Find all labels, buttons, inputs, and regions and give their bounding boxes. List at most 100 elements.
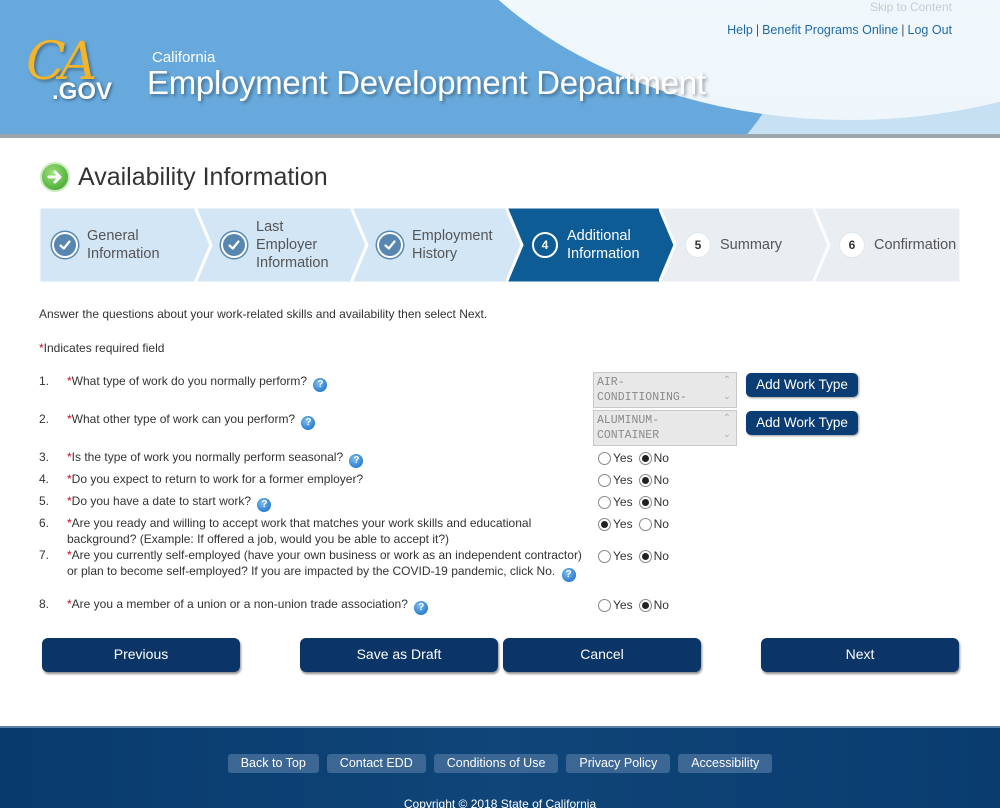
radio-option-yes[interactable]: Yes [598,495,633,509]
help-icon[interactable]: ? [349,454,364,468]
yes-no-radio-group: Yes No [598,451,675,465]
radio-no[interactable] [638,495,652,509]
help-icon[interactable]: ? [313,378,328,392]
question-text: *What other type of work can you perform… [67,411,587,430]
radio-yes[interactable] [598,549,611,563]
step-content: General Information [52,227,160,263]
listbox-option[interactable]: ALUMINUM- [597,413,733,428]
radio-no-label[interactable]: No [654,549,669,563]
help-link[interactable]: Help [727,23,753,37]
question-label: Are you a member of a union or a non-uni… [71,597,408,611]
chevron-up-icon[interactable]: ⌃ [719,412,735,428]
radio-yes-label[interactable]: Yes [613,598,633,612]
step-content: 4 Additional Information [532,227,640,263]
link-separator: | [755,23,760,37]
listbox-option[interactable]: CONTAINER [597,428,733,443]
step-label: General Information [87,227,160,263]
radio-no[interactable] [638,598,652,612]
radio-yes-label[interactable]: Yes [613,517,633,531]
question-text: *Are you a member of a union or a non-un… [67,596,587,615]
contact-edd-link[interactable]: Contact EDD [326,754,426,773]
save-as-draft-button[interactable]: Save as Draft [300,638,498,672]
radio-no-label[interactable]: No [654,517,669,531]
radio-option-yes[interactable]: Yes [598,598,633,612]
radio-yes-label[interactable]: Yes [613,473,633,487]
yes-no-radio-group: Yes No [598,473,675,487]
step-2: Last Employer Information [195,207,367,283]
radio-yes-label[interactable]: Yes [613,451,633,465]
radio-yes[interactable] [598,495,611,509]
step-content: 5 Summary [685,232,782,258]
conditions-of-use-link[interactable]: Conditions of Use [433,754,559,773]
add-work-type-button[interactable]: Add Work Type [746,411,858,435]
radio-option-no[interactable]: No [638,549,669,563]
radio-yes[interactable] [598,473,611,487]
radio-no-label[interactable]: No [654,473,669,487]
radio-no-label[interactable]: No [654,451,669,465]
radio-option-yes[interactable]: Yes [598,473,633,487]
privacy-policy-link[interactable]: Privacy Policy [566,754,671,773]
radio-no[interactable] [638,473,652,487]
chevron-down-icon[interactable]: ⌄ [719,390,735,406]
listbox-option[interactable]: CONDITIONING- [597,390,733,405]
ca-gov-logo[interactable]: CA .GOV [22,32,122,110]
step-label-line: History [412,246,458,262]
radio-no[interactable] [638,549,652,563]
help-icon[interactable]: ? [561,568,576,582]
help-icon[interactable]: ? [301,416,316,430]
radio-no[interactable] [638,517,652,531]
step-1: General Information [39,207,211,283]
help-icon[interactable]: ? [414,601,429,615]
question-number: 7. [39,548,50,562]
step-label-line: Employment [412,228,493,244]
radio-no-label[interactable]: No [654,598,669,612]
other-work-type-listbox[interactable]: ALUMINUM- CONTAINER ⌃ ⌄ [593,410,737,446]
step-label-line: Information [256,255,329,271]
back-to-top-link[interactable]: Back to Top [227,754,319,773]
primary-work-type-listbox[interactable]: AIR- CONDITIONING- ⌃ ⌄ [593,372,737,408]
radio-option-yes[interactable]: Yes [598,549,633,563]
step-4: 4 Additional Information [506,207,678,283]
chevron-up-icon[interactable]: ⌃ [719,374,735,390]
radio-yes[interactable] [598,451,611,465]
radio-option-no[interactable]: No [638,473,669,487]
step-label-line: Additional [567,228,631,244]
required-note-text: Indicates required field [43,341,165,355]
question-number: 3. [39,450,50,464]
radio-yes-label[interactable]: Yes [613,495,633,509]
radio-yes[interactable] [598,517,611,531]
question-text: *Are you ready and willing to accept wor… [67,515,587,547]
copyright-text: Copyright © 2018 State of California [403,797,597,808]
listbox-scrollbar[interactable]: ⌃ ⌄ [719,412,735,444]
previous-button[interactable]: Previous [42,638,240,672]
instructions-text: Answer the questions about your work-rel… [39,307,488,321]
next-button[interactable]: Next [761,638,959,672]
radio-option-no[interactable]: No [638,517,669,531]
question-label: Do you expect to return to work for a fo… [71,472,364,486]
add-work-type-button[interactable]: Add Work Type [746,373,858,397]
radio-option-yes[interactable]: Yes [598,517,633,531]
radio-no[interactable] [638,451,652,465]
step-6: 6 Confirmation [813,207,961,283]
skip-to-content-link[interactable]: Skip to Content [870,0,952,14]
step-content: Last Employer Information [221,218,329,272]
help-icon[interactable]: ? [257,498,272,512]
listbox-option[interactable]: AIR- [597,375,733,390]
radio-option-no[interactable]: No [638,451,669,465]
radio-option-no[interactable]: No [638,495,669,509]
header-bottom-border [0,134,1000,138]
benefit-programs-online-link[interactable]: Benefit Programs Online [762,23,898,37]
question-label: What type of work do you normally perfor… [71,374,308,388]
question-label: What other type of work can you perform? [71,412,296,426]
cancel-button[interactable]: Cancel [503,638,701,672]
listbox-scrollbar[interactable]: ⌃ ⌄ [719,374,735,406]
radio-option-yes[interactable]: Yes [598,451,633,465]
chevron-down-icon[interactable]: ⌄ [719,428,735,444]
radio-no-label[interactable]: No [654,495,669,509]
radio-yes-label[interactable]: Yes [613,549,633,563]
question-number: 1. [39,374,50,388]
radio-yes[interactable] [598,598,611,612]
log-out-link[interactable]: Log Out [908,23,952,37]
radio-option-no[interactable]: No [638,598,669,612]
accessibility-link[interactable]: Accessibility [678,754,773,773]
